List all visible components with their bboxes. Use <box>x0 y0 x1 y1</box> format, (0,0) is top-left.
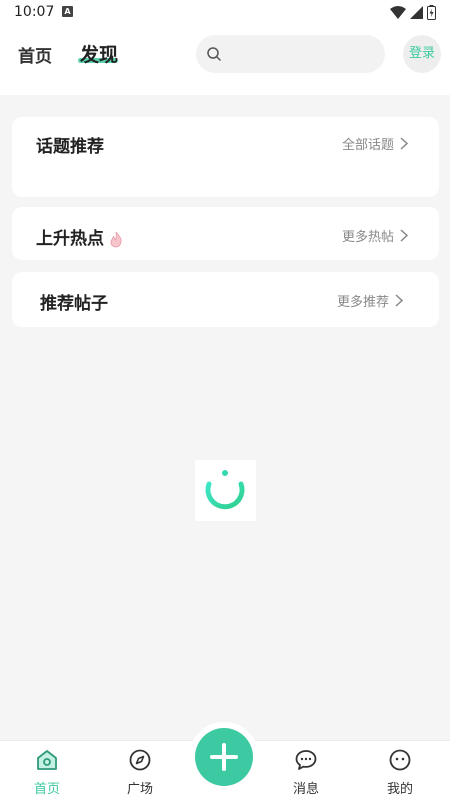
create-post-button[interactable] <box>195 728 253 786</box>
compass-icon <box>129 749 151 771</box>
section-title: 话题推荐 <box>36 137 104 157</box>
nav-label: 首页 <box>33 782 60 797</box>
nav-profile[interactable]: 我的 <box>370 749 430 797</box>
tab-discover[interactable]: 发现 <box>80 40 118 67</box>
topic-recommend-card: 话题推荐 全部话题 <box>12 117 439 197</box>
rising-hot-card: 上升热点 更多热帖 <box>12 207 439 260</box>
section-title-hot: 上升热点 <box>36 224 124 249</box>
nav-label: 我的 <box>386 782 413 797</box>
more-label: 更多热帖 <box>342 230 395 245</box>
more-recommend-link[interactable]: 更多推荐 <box>337 291 404 310</box>
notification-a-icon: A <box>62 6 73 17</box>
recommended-posts-card: 推荐帖子 更多推荐 <box>12 272 439 327</box>
nav-label: 广场 <box>126 782 153 797</box>
home-icon <box>37 750 57 770</box>
search-icon <box>207 47 221 61</box>
flame-icon <box>110 231 122 247</box>
status-bar: 10:07 A <box>0 0 450 26</box>
nav-square[interactable]: 广场 <box>110 749 170 797</box>
tab-home[interactable]: 首页 <box>18 42 52 67</box>
more-label: 更多推荐 <box>337 295 390 310</box>
nav-messages[interactable]: 消息 <box>276 749 336 797</box>
chat-bubble-icon <box>295 750 317 770</box>
face-icon <box>389 749 411 771</box>
nav-label: 消息 <box>292 782 319 797</box>
plus-icon <box>210 743 238 771</box>
search-input[interactable] <box>196 35 385 73</box>
login-button[interactable]: 登录 <box>403 35 441 73</box>
section-title: 推荐帖子 <box>40 294 108 314</box>
loading-icon <box>205 470 245 510</box>
signal-icon <box>410 5 423 19</box>
more-hot-posts-link[interactable]: 更多热帖 <box>342 226 409 245</box>
battery-icon <box>427 4 436 20</box>
more-label: 全部话题 <box>342 138 395 153</box>
loading-spinner <box>195 460 256 521</box>
status-icons <box>390 4 436 20</box>
chevron-right-icon <box>400 229 409 242</box>
chevron-right-icon <box>395 294 404 307</box>
section-title-text: 上升热点 <box>36 229 104 249</box>
nav-home[interactable]: 首页 <box>17 749 77 797</box>
all-topics-link[interactable]: 全部话题 <box>342 134 409 153</box>
chevron-right-icon <box>400 137 409 150</box>
wifi-icon <box>390 5 406 19</box>
status-time: 10:07 <box>14 4 55 20</box>
top-area: 10:07 A 首页 发现 登录 <box>0 0 450 95</box>
